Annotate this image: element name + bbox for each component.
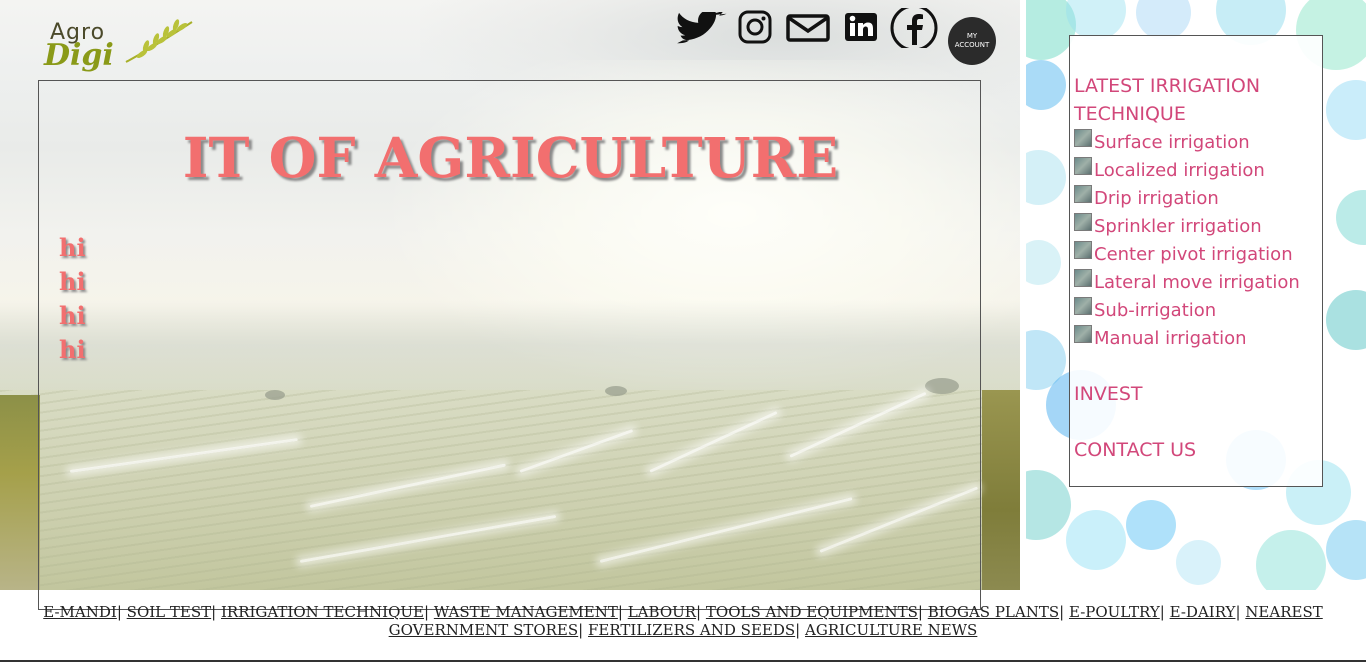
footer-divider xyxy=(0,660,1366,662)
my-account-button[interactable]: MY ACCOUNT xyxy=(948,17,996,65)
sidebar-item-surface-irrigation[interactable]: Surface irrigation xyxy=(1074,128,1322,156)
nav-link-agriculture-news[interactable]: AGRICULTURE NEWS xyxy=(805,621,977,639)
my-account-label-line2: ACCOUNT xyxy=(954,41,990,49)
content-line: hi xyxy=(59,301,86,330)
broken-image-icon xyxy=(1074,297,1092,315)
bubble xyxy=(1126,500,1176,550)
sidebar-item-label: Lateral move irrigation xyxy=(1094,271,1300,293)
twitter-icon[interactable] xyxy=(677,12,727,44)
sidebar-item-label: Drip irrigation xyxy=(1094,187,1219,209)
nav-link-fertilizers-and-seeds[interactable]: FERTILIZERS AND SEEDS xyxy=(588,621,795,639)
content-line: hi xyxy=(59,267,86,296)
sidebar-item-label: Surface irrigation xyxy=(1094,131,1250,153)
sidebar-irrigation-menu: LATEST IRRIGATION TECHNIQUE Surface irri… xyxy=(1069,35,1323,487)
broken-image-icon xyxy=(1074,241,1092,259)
footer-navigation: E-MANDI| SOIL TEST| IRRIGATION TECHNIQUE… xyxy=(0,603,1366,639)
bubble xyxy=(1136,0,1191,40)
nav-separator: | xyxy=(1235,603,1241,621)
sidebar-item-sprinkler-irrigation[interactable]: Sprinkler irrigation xyxy=(1074,212,1322,240)
hero-field-edge-right xyxy=(982,390,1020,590)
nav-link-e-poultry[interactable]: E-POULTRY xyxy=(1069,603,1160,621)
sidebar-heading-line1[interactable]: LATEST IRRIGATION xyxy=(1070,72,1322,100)
nav-separator: | xyxy=(696,603,702,621)
nav-link-waste-management[interactable]: WASTE MANAGEMENT xyxy=(434,603,618,621)
page-title: IT OF AGRICULTURE xyxy=(182,125,839,190)
nav-link-biogas-plants[interactable]: BIOGAS PLANTS xyxy=(928,603,1059,621)
bubble xyxy=(1026,150,1066,205)
content-line: hi xyxy=(59,335,86,364)
facebook-icon[interactable] xyxy=(890,8,938,48)
broken-image-icon xyxy=(1074,157,1092,175)
linkedin-icon[interactable] xyxy=(844,12,878,42)
wheat-icon xyxy=(125,19,193,63)
nav-separator: | xyxy=(917,603,923,621)
bubble xyxy=(1176,540,1221,585)
bubble xyxy=(1326,520,1366,580)
sidebar-link-contact-us[interactable]: CONTACT US xyxy=(1070,436,1322,464)
broken-image-icon xyxy=(1074,185,1092,203)
irrigation-technique-list: Surface irrigation Localized irrigation … xyxy=(1070,128,1322,352)
nav-link-e-mandi[interactable]: E-MANDI xyxy=(43,603,117,621)
sidebar-item-label: Center pivot irrigation xyxy=(1094,243,1293,265)
hero-field-edge-left xyxy=(0,395,40,590)
nav-separator: | xyxy=(211,603,217,621)
sidebar-item-label: Localized irrigation xyxy=(1094,159,1265,181)
nav-link-soil-test[interactable]: SOIL TEST xyxy=(127,603,211,621)
nav-link-irrigation-technique[interactable]: IRRIGATION TECHNIQUE xyxy=(221,603,424,621)
sidebar-item-center-pivot-irrigation[interactable]: Center pivot irrigation xyxy=(1074,240,1322,268)
sidebar-item-sub-irrigation[interactable]: Sub-irrigation xyxy=(1074,296,1322,324)
bubble xyxy=(1026,60,1066,110)
sidebar-item-label: Sprinkler irrigation xyxy=(1094,215,1262,237)
nav-separator: | xyxy=(116,603,122,621)
sidebar-item-localized-irrigation[interactable]: Localized irrigation xyxy=(1074,156,1322,184)
nav-separator: | xyxy=(1159,603,1165,621)
sidebar-item-drip-irrigation[interactable]: Drip irrigation xyxy=(1074,184,1322,212)
mail-icon[interactable] xyxy=(786,14,830,42)
bubble xyxy=(1326,80,1366,140)
sidebar-heading-line2[interactable]: TECHNIQUE xyxy=(1070,100,1322,128)
sidebar-link-invest[interactable]: INVEST xyxy=(1070,380,1322,408)
nav-link-labour[interactable]: LABOUR xyxy=(628,603,696,621)
broken-image-icon xyxy=(1074,269,1092,287)
main-content-box: IT OF AGRICULTURE hi hi hi hi xyxy=(38,80,981,610)
content-line: hi xyxy=(59,233,86,262)
bubble xyxy=(1256,530,1326,590)
sidebar-item-label: Manual irrigation xyxy=(1094,327,1247,349)
broken-image-icon xyxy=(1074,325,1092,343)
nav-separator: | xyxy=(1059,603,1065,621)
bubble xyxy=(1026,240,1061,285)
broken-image-icon xyxy=(1074,213,1092,231)
sidebar-item-manual-irrigation[interactable]: Manual irrigation xyxy=(1074,324,1322,352)
broken-image-icon xyxy=(1074,129,1092,147)
nav-separator: | xyxy=(617,603,623,621)
sidebar-item-lateral-move-irrigation[interactable]: Lateral move irrigation xyxy=(1074,268,1322,296)
nav-link-e-dairy[interactable]: E-DAIRY xyxy=(1170,603,1236,621)
logo-word-digi: Digi xyxy=(44,38,114,73)
nav-separator: | xyxy=(795,621,801,639)
nav-separator: | xyxy=(424,603,430,621)
nav-link-tools-and-equipments[interactable]: TOOLS AND EQUIPMENTS xyxy=(706,603,918,621)
my-account-label-line1: MY xyxy=(966,32,978,40)
bubble xyxy=(1026,470,1071,540)
agrodigi-logo[interactable]: Agro Digi xyxy=(42,18,197,82)
instagram-icon[interactable] xyxy=(738,10,772,44)
bubble xyxy=(1066,0,1126,40)
bubble xyxy=(1066,510,1126,570)
sidebar-item-label: Sub-irrigation xyxy=(1094,299,1217,321)
bubble xyxy=(1336,190,1366,245)
content-lines: hi hi hi hi xyxy=(59,231,86,367)
bubble xyxy=(1326,290,1366,350)
nav-separator: | xyxy=(578,621,584,639)
